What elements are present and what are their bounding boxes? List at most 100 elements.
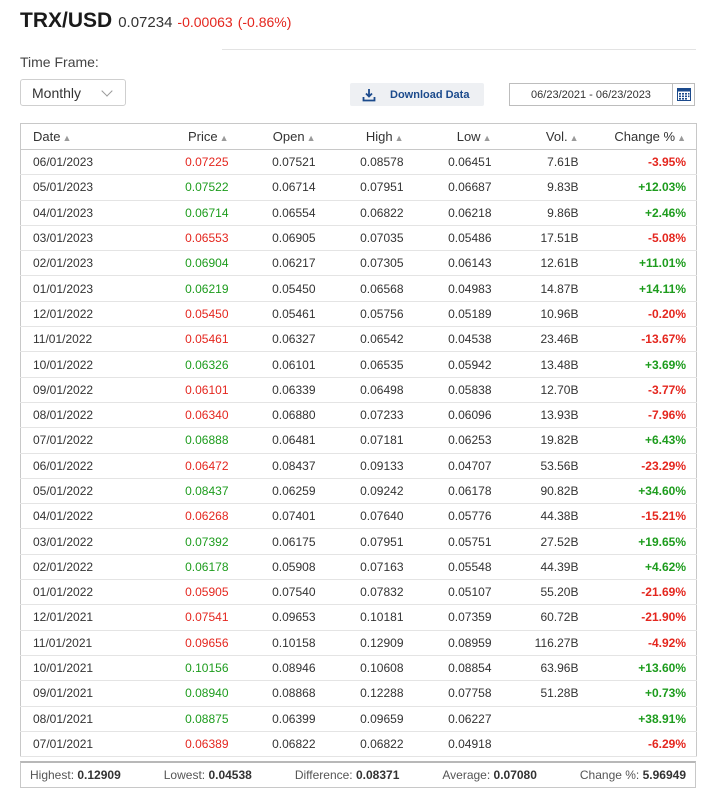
table-row: 07/01/2022 0.06888 0.06481 0.07181 0.06253 19… [20, 427, 697, 454]
timeframe-label: Time Frame: [20, 54, 99, 70]
table-row: 08/01/2022 0.06340 0.06880 0.07233 0.06096 13… [20, 402, 697, 429]
cell-chg: +3.69% [586, 351, 697, 378]
cell-chg: -21.90% [586, 604, 697, 631]
date-range-input[interactable]: 06/23/2021 - 06/23/2023 [509, 83, 673, 106]
cell-vol: 63.96B [499, 655, 587, 682]
cell-date: 05/01/2022 [20, 478, 133, 505]
cell-low: 0.05486 [411, 225, 500, 252]
cell-date: 11/01/2022 [20, 326, 133, 353]
column-header-vol[interactable]: Vol. ▲︎ [499, 123, 587, 150]
column-header-date[interactable]: Date ▲︎ [20, 123, 133, 150]
cell-low: 0.05942 [411, 351, 500, 378]
cell-low: 0.05548 [411, 554, 500, 581]
column-header-high[interactable]: High ▲︎ [323, 123, 412, 150]
instrument-header: TRX/USD 0.07234 -0.00063 (-0.86%) [20, 9, 291, 37]
cell-date: 10/01/2022 [20, 351, 133, 378]
cell-vol: 44.39B [499, 554, 587, 581]
cell-high: 0.05756 [323, 301, 412, 328]
sort-icon: ▲︎ [306, 133, 316, 143]
table-row: 02/01/2023 0.06904 0.06217 0.07305 0.06143 12… [20, 250, 697, 277]
table-row: 11/01/2021 0.09656 0.10158 0.12909 0.08959 11… [20, 630, 697, 656]
cell-open: 0.06339 [236, 377, 324, 403]
cell-vol: 23.46B [499, 326, 587, 353]
cell-chg: -0.20% [586, 301, 697, 328]
column-header-change[interactable]: Change % ▲︎ [586, 123, 697, 150]
timeframe-dropdown[interactable]: Monthly [20, 79, 126, 106]
cell-low: 0.06451 [411, 149, 500, 176]
cell-price: 0.07225 [132, 149, 237, 176]
cell-vol: 10.96B [499, 301, 587, 328]
cell-low: 0.04538 [411, 326, 500, 353]
cell-price: 0.06101 [132, 377, 237, 403]
cell-chg: -4.92% [586, 630, 697, 656]
cell-high: 0.12909 [323, 630, 412, 656]
table-row: 03/01/2022 0.07392 0.06175 0.07951 0.05751 27… [20, 528, 697, 555]
cell-open: 0.06217 [236, 250, 324, 277]
sort-icon: ▲︎ [394, 133, 404, 143]
cell-price: 0.06268 [132, 503, 237, 530]
cell-low: 0.05189 [411, 301, 500, 328]
calendar-button[interactable] [673, 83, 695, 106]
cell-open: 0.06880 [236, 402, 324, 429]
cell-chg: +2.46% [586, 200, 697, 226]
cell-high: 0.07181 [323, 427, 412, 454]
cell-price: 0.05461 [132, 326, 237, 353]
column-header-open[interactable]: Open ▲︎ [236, 123, 324, 150]
cell-low: 0.06253 [411, 427, 500, 454]
cell-date: 03/01/2022 [20, 528, 133, 555]
historical-data-table: Date ▲︎ Price ▲︎ Open ▲︎ High ▲︎ Low ▲︎ Vol. ▲… [20, 123, 697, 758]
cell-vol: 14.87B [499, 275, 587, 302]
cell-date: 02/01/2023 [20, 250, 133, 277]
summary-bar: Highest: 0.12909 Lowest: 0.04538 Differe… [20, 761, 696, 788]
cell-chg: +38.91% [586, 706, 697, 732]
cell-price: 0.06219 [132, 275, 237, 302]
cell-price: 0.08437 [132, 478, 237, 505]
cell-high: 0.06568 [323, 275, 412, 302]
table-row: 11/01/2022 0.05461 0.06327 0.06542 0.04538 23… [20, 326, 697, 353]
cell-open: 0.06714 [236, 174, 324, 201]
cell-vol: 9.83B [499, 174, 587, 201]
cell-date: 04/01/2023 [20, 200, 133, 226]
download-icon [362, 88, 376, 101]
column-header-price[interactable]: Price ▲︎ [132, 123, 237, 150]
cell-price: 0.06389 [132, 731, 237, 758]
table-row: 03/01/2023 0.06553 0.06905 0.07035 0.05486 17… [20, 225, 697, 252]
table-row: 02/01/2022 0.06178 0.05908 0.07163 0.05548 44… [20, 554, 697, 581]
cell-high: 0.07305 [323, 250, 412, 277]
cell-low: 0.06227 [411, 706, 500, 732]
cell-chg: +0.73% [586, 680, 697, 707]
cell-open: 0.05908 [236, 554, 324, 581]
cell-open: 0.06175 [236, 528, 324, 555]
sort-icon: ▲︎ [219, 133, 229, 143]
table-row: 06/01/2023 0.07225 0.07521 0.08578 0.06451 7.… [20, 149, 697, 176]
cell-chg: -3.95% [586, 149, 697, 176]
cell-price: 0.08940 [132, 680, 237, 707]
cell-date: 02/01/2022 [20, 554, 133, 581]
cell-open: 0.05461 [236, 301, 324, 328]
cell-chg: +34.60% [586, 478, 697, 505]
cell-open: 0.06259 [236, 478, 324, 505]
cell-price: 0.05905 [132, 579, 237, 606]
summary-highest: Highest: 0.12909 [30, 768, 121, 782]
download-data-button[interactable]: Download Data [350, 83, 484, 106]
cell-low: 0.06218 [411, 200, 500, 226]
cell-vol: 17.51B [499, 225, 587, 252]
cell-price: 0.06553 [132, 225, 237, 252]
cell-vol: 13.93B [499, 402, 587, 429]
cell-chg: +6.43% [586, 427, 697, 454]
cell-high: 0.07951 [323, 528, 412, 555]
cell-chg: +4.62% [586, 554, 697, 581]
column-header-low[interactable]: Low ▲︎ [411, 123, 500, 150]
pair-title: TRX/USD [20, 9, 113, 32]
cell-open: 0.06481 [236, 427, 324, 454]
cell-high: 0.07233 [323, 402, 412, 429]
cell-chg: -6.29% [586, 731, 697, 758]
cell-date: 05/01/2023 [20, 174, 133, 201]
cell-low: 0.05838 [411, 377, 500, 403]
chevron-down-icon [101, 85, 113, 97]
cell-low: 0.06096 [411, 402, 500, 429]
sort-icon: ▲︎ [677, 133, 686, 143]
cell-low: 0.07758 [411, 680, 500, 707]
cell-open: 0.05450 [236, 275, 324, 302]
cell-date: 09/01/2021 [20, 680, 133, 707]
